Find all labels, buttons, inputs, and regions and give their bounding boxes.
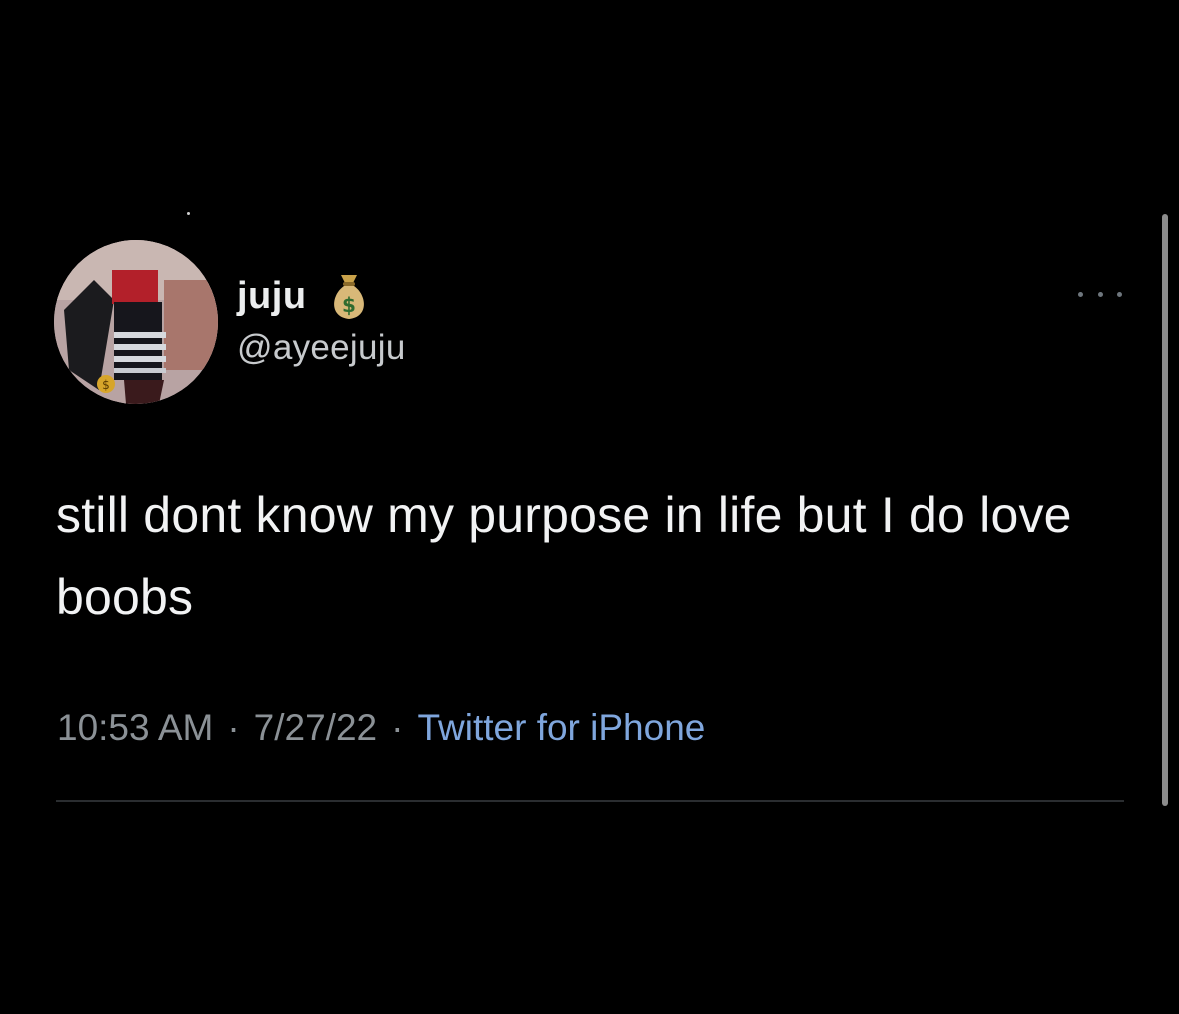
author-handle[interactable]: @ayeejuju <box>237 328 406 368</box>
tweet-card: $ juju $ @ayeejuju still dont know my pu… <box>0 0 1179 1014</box>
svg-text:$: $ <box>102 378 110 392</box>
more-dot <box>1078 291 1083 297</box>
avatar[interactable]: $ <box>54 240 218 404</box>
divider <box>56 800 1124 802</box>
more-horizontal-icon[interactable] <box>1078 284 1122 304</box>
svg-text:$: $ <box>342 293 356 317</box>
stray-dot <box>187 212 190 215</box>
scrollbar[interactable] <box>1162 214 1168 806</box>
money-bag-icon: $ <box>327 271 371 321</box>
more-dot <box>1097 291 1103 297</box>
author-name-row: juju $ <box>237 268 406 324</box>
meta-separator: · <box>391 707 404 748</box>
tweet-time[interactable]: 10:53 AM <box>57 707 213 749</box>
author-block: juju $ @ayeejuju <box>237 268 406 368</box>
meta-separator: · <box>227 707 240 748</box>
tweet-source-link[interactable]: Twitter for iPhone <box>417 707 705 749</box>
tweet-text: still dont know my purpose in life but I… <box>56 487 1072 625</box>
author-display-name[interactable]: juju <box>237 275 307 318</box>
more-dot <box>1117 291 1122 297</box>
tweet-meta: 10:53 AM · 7/27/22 · Twitter for iPhone <box>57 707 705 749</box>
avatar-image: $ <box>54 240 218 404</box>
tweet-date[interactable]: 7/27/22 <box>254 707 377 749</box>
